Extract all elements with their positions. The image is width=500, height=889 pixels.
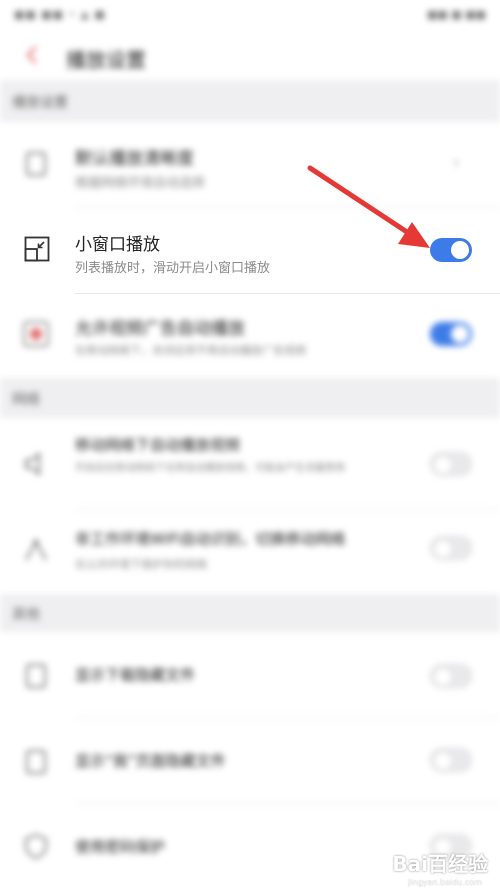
row-title: 显示下载隐藏文件 <box>75 666 196 684</box>
setting-row-wifi-switch[interactable]: 非工作环境WiFi自动识别，切换移动网络 在公共环境下保护你的网络 <box>0 510 500 594</box>
section-label: 播放设置 <box>12 95 68 111</box>
setting-row-ad-autoplay[interactable]: 允许视频广告自动播放 在移动网络下，关闭后将不再自动播放广告视频 <box>0 294 500 378</box>
toggle-knob <box>434 540 452 558</box>
section-header-network: 网络 <box>0 378 500 418</box>
section-header-other: 其他 <box>0 594 500 632</box>
page-header: 播放设置 <box>0 28 500 80</box>
page-title: 播放设置 <box>66 48 146 72</box>
row-title: 允许视频广告自动播放 <box>75 319 245 339</box>
shield-icon <box>25 833 47 860</box>
setting-row-mini-window[interactable]: 小窗口播放 列表播放时，滑动开启小窗口播放 <box>0 208 500 294</box>
network-icon <box>25 539 47 561</box>
status-left: ■■ ■■ • ▲ ■ <box>14 8 106 21</box>
toggle-knob <box>434 668 452 686</box>
document-icon <box>26 152 46 176</box>
row-subtitle: 根据网络环境自动选择 <box>75 176 206 191</box>
toggle-knob <box>451 241 469 259</box>
mini-window-toggle[interactable] <box>430 238 472 262</box>
row-subtitle: 列表播放时，滑动开启小窗口播放 <box>75 261 271 276</box>
row-title: 显示“我”页面隐藏文件 <box>75 752 226 770</box>
mini-window-icon <box>24 236 50 262</box>
row-subtitle: 开启后在移动网络下也将自动播放视频，可能会产生流量费用 <box>75 463 345 474</box>
ad-icon <box>23 321 49 347</box>
file-icon <box>26 664 46 688</box>
setting-row-mobile-autoplay[interactable]: 移动网络下自动播放视频 开启后在移动网络下也将自动播放视频，可能会产生流量费用 <box>0 418 500 510</box>
row-title: 非工作环境WiFi自动识别，切换移动网络 <box>75 530 346 548</box>
status-right: ■■ ■ ■■ <box>427 8 486 21</box>
section-label: 网络 <box>12 392 40 408</box>
section-header-playback: 播放设置 <box>0 80 500 122</box>
wifi-switch-toggle[interactable] <box>430 536 472 560</box>
chevron-right-icon: › <box>452 152 460 173</box>
status-bar: ■■ ■■ • ▲ ■ ■■ ■ ■■ <box>0 0 500 28</box>
speaker-icon <box>25 451 40 477</box>
back-arrow-icon[interactable] <box>22 44 44 66</box>
ad-autoplay-toggle[interactable] <box>430 322 472 346</box>
toggle-knob <box>434 456 452 474</box>
file-icon <box>26 750 46 774</box>
section-label: 其他 <box>12 607 40 623</box>
hidden-downloads-toggle[interactable] <box>430 664 472 688</box>
toggle-knob <box>451 325 469 343</box>
watermark-text: Bai百经验 <box>392 852 488 876</box>
hidden-me-toggle[interactable] <box>430 748 472 772</box>
row-title: 默认播放清晰度 <box>75 149 194 169</box>
mobile-autoplay-toggle[interactable] <box>430 452 472 476</box>
setting-row-show-hidden-downloads[interactable]: 显示下载隐藏文件 <box>0 632 500 718</box>
toggle-knob <box>434 752 452 770</box>
setting-row-default-quality[interactable]: 默认播放清晰度 根据网络环境自动选择 › <box>0 122 500 208</box>
watermark-url: jingyan.baidu.com <box>408 878 482 887</box>
row-title: 小窗口播放 <box>75 235 160 255</box>
setting-row-show-hidden-me[interactable]: 显示“我”页面隐藏文件 <box>0 718 500 804</box>
baidu-watermark: Bai百经验 jingyan.baidu.com <box>378 847 488 887</box>
row-title: 移动网络下自动播放视频 <box>75 436 241 454</box>
row-subtitle: 在公共环境下保护你的网络 <box>75 558 207 571</box>
row-title: 使用密码保护 <box>75 838 166 856</box>
row-subtitle: 在移动网络下，关闭后将不再自动播放广告视频 <box>75 344 306 357</box>
